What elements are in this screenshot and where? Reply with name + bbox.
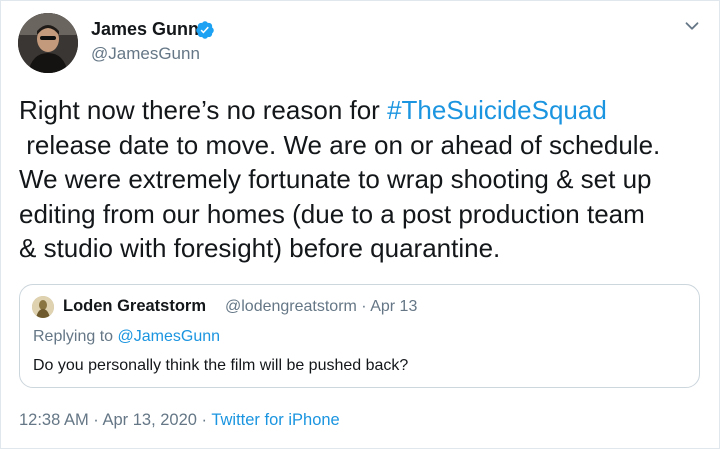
quoted-author-name[interactable]: Loden Greatstorm	[63, 297, 206, 316]
tweet-text-segment: Right now there’s no reason for	[19, 95, 388, 125]
author-handle[interactable]: @JamesGunn	[91, 44, 200, 64]
tweet-source-link[interactable]: Twitter for iPhone	[211, 411, 339, 429]
tweet-text: Right now there’s no reason for #TheSuic…	[19, 93, 709, 266]
quoted-tweet[interactable]: Loden Greatstorm @lodengreatstorm · Apr …	[19, 284, 700, 388]
chevron-down-icon[interactable]	[681, 15, 703, 37]
replying-to-label: Replying to	[33, 328, 118, 345]
verified-badge-icon	[196, 21, 214, 39]
tweet-card: James Gunn @JamesGunn Right now there’s …	[0, 0, 720, 449]
author-avatar-image	[18, 13, 78, 73]
quoted-author-handle-date[interactable]: @lodengreatstorm · Apr 13	[225, 298, 417, 316]
tweet-text-line: editing from our homes (due to a post pr…	[19, 198, 645, 229]
replying-to: Replying to @JamesGunn	[33, 328, 220, 346]
tweet-timestamp[interactable]: 12:38 AM · Apr 13, 2020 ·	[19, 411, 211, 429]
tweet-footer: 12:38 AM · Apr 13, 2020 · Twitter for iP…	[19, 411, 340, 430]
author-name[interactable]: James Gunn	[91, 19, 199, 40]
tweet-text-line: release date to move. We are on or ahead…	[19, 129, 661, 160]
tweet-text-line: We were extremely fortunate to wrap shoo…	[19, 164, 652, 194]
quoted-author-avatar[interactable]	[32, 296, 54, 318]
mention-link[interactable]: @JamesGunn	[118, 328, 221, 345]
tweet-text-line: & studio with foresight) before quaranti…	[19, 233, 501, 263]
quoted-avatar-image	[32, 296, 54, 318]
quoted-tweet-text: Do you personally think the film will be…	[33, 357, 409, 374]
tweet-text-line: Right now there’s no reason for #TheSuic…	[19, 93, 709, 128]
hashtag-link[interactable]: #TheSuicideSquad	[387, 95, 607, 125]
author-avatar[interactable]	[18, 13, 78, 73]
